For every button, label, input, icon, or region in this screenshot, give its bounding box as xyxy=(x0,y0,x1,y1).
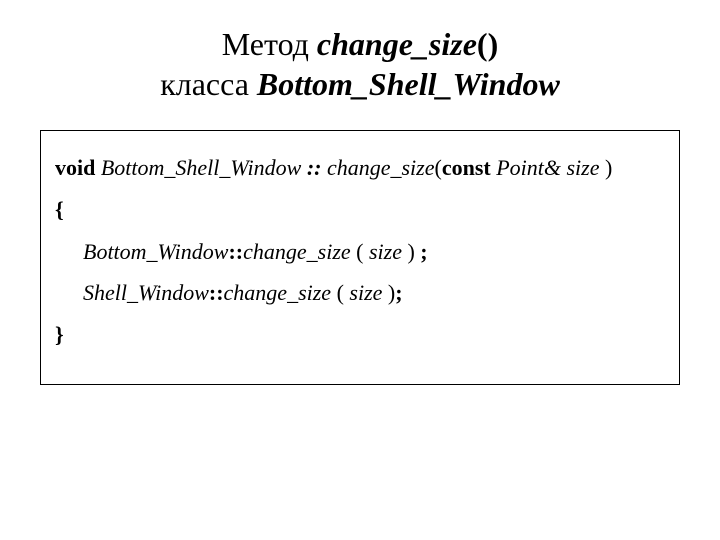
scope-op: :: xyxy=(228,239,243,264)
code-line-5: } xyxy=(55,314,665,356)
title-parens: () xyxy=(477,26,498,62)
lparen: ( xyxy=(435,155,442,180)
title-word-class: класса xyxy=(160,66,257,102)
code-line-1: void Bottom_Shell_Window :: change_size(… xyxy=(55,147,665,189)
scope-op: :: xyxy=(209,280,224,305)
rparen: ) xyxy=(600,155,613,180)
indent: Shell_Window::change_size ( size ); xyxy=(55,272,403,314)
arg: size xyxy=(369,239,402,264)
indent: Bottom_Window::change_size ( size ) ; xyxy=(55,231,428,273)
plain: ) xyxy=(402,239,420,264)
base-class: Bottom_Window xyxy=(83,239,228,264)
plain: ) xyxy=(382,280,395,305)
code-line-2: { xyxy=(55,189,665,231)
title-class-name: Bottom_Shell_Window xyxy=(257,66,560,102)
base-class: Shell_Window xyxy=(83,280,209,305)
scope-op: :: xyxy=(307,155,327,180)
semicolon: ; xyxy=(395,280,402,305)
code-box: void Bottom_Shell_Window :: change_size(… xyxy=(40,130,680,385)
plain: ( xyxy=(351,239,369,264)
plain: ( xyxy=(331,280,349,305)
brace-close: } xyxy=(55,322,64,347)
code-line-3: Bottom_Window::change_size ( size ) ; xyxy=(55,231,665,273)
method-ident: change_size xyxy=(224,280,332,305)
class-ident: Bottom_Shell_Window xyxy=(101,155,301,180)
kw-const: const xyxy=(442,155,491,180)
semicolon: ; xyxy=(420,239,427,264)
title-word-method: Метод xyxy=(222,26,317,62)
code-line-4: Shell_Window::change_size ( size ); xyxy=(55,272,665,314)
title-method-name: change_size xyxy=(317,26,477,62)
slide: Метод change_size() класса Bottom_Shell_… xyxy=(0,0,720,540)
method-ident: change_size xyxy=(327,155,435,180)
method-ident: change_size xyxy=(243,239,351,264)
param-type: Point& size xyxy=(496,155,599,180)
slide-title: Метод change_size() класса Bottom_Shell_… xyxy=(40,24,680,104)
brace-open: { xyxy=(55,197,64,222)
kw-void: void xyxy=(55,155,95,180)
arg: size xyxy=(349,280,382,305)
